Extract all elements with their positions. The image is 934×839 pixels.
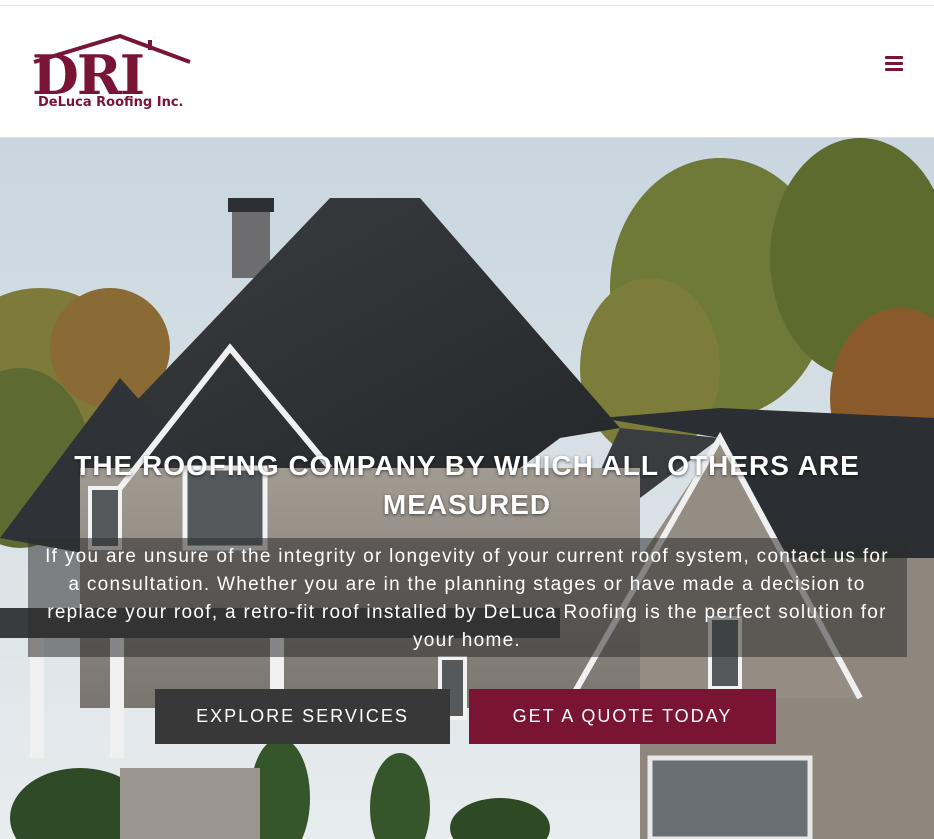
site-header: DRI DeLuca Roofing Inc. — [0, 7, 934, 138]
hamburger-menu-icon[interactable] — [884, 56, 906, 74]
get-quote-button[interactable]: GET A QUOTE TODAY — [469, 689, 776, 744]
logo-company-name: DeLuca Roofing Inc. — [38, 95, 184, 110]
company-logo[interactable]: DRI DeLuca Roofing Inc. — [30, 32, 195, 117]
hero-section: THE ROOFING COMPANY BY WHICH ALL OTHERS … — [0, 138, 934, 839]
logo-letters: DRI — [32, 43, 145, 107]
hero-title: THE ROOFING COMPANY BY WHICH ALL OTHERS … — [74, 450, 860, 520]
hero-description: If you are unsure of the integrity or lo… — [45, 546, 889, 651]
explore-services-button[interactable]: EXPLORE SERVICES — [155, 689, 450, 744]
top-border — [0, 0, 934, 6]
